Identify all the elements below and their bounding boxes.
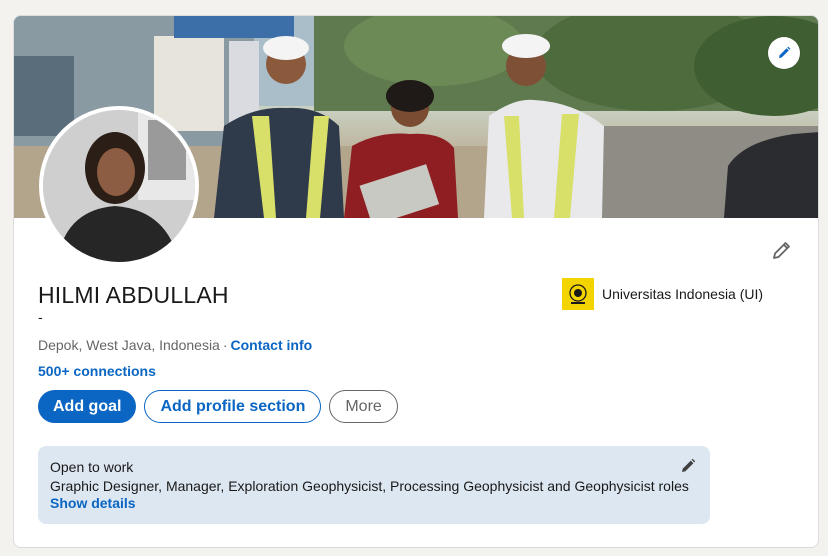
open-to-work-title: Open to work bbox=[50, 459, 134, 475]
pencil-icon bbox=[779, 46, 791, 58]
profile-headline: - bbox=[38, 309, 43, 325]
university-seal-icon bbox=[569, 284, 587, 304]
add-goal-button[interactable]: Add goal bbox=[38, 390, 137, 423]
edit-open-to-work-button[interactable] bbox=[680, 458, 698, 476]
avatar-photo bbox=[43, 110, 195, 262]
add-profile-section-button[interactable]: Add profile section bbox=[144, 390, 322, 423]
pencil-icon bbox=[682, 458, 696, 472]
education-school[interactable]: Universitas Indonesia (UI) bbox=[562, 278, 763, 310]
open-to-work-roles: Graphic Designer, Manager, Exploration G… bbox=[50, 478, 689, 494]
profile-location: Depok, West Java, Indonesia bbox=[38, 337, 220, 353]
profile-avatar[interactable] bbox=[39, 106, 199, 266]
pencil-icon bbox=[773, 242, 790, 259]
open-to-work-card: Open to work Graphic Designer, Manager, … bbox=[38, 446, 710, 524]
profile-name: HILMI ABDULLAH bbox=[38, 282, 229, 308]
more-button[interactable]: More bbox=[329, 390, 398, 423]
school-name: Universitas Indonesia (UI) bbox=[602, 286, 764, 302]
edit-banner-button[interactable] bbox=[768, 37, 800, 69]
university-logo-icon bbox=[562, 278, 594, 310]
contact-info-link[interactable]: Contact info bbox=[231, 337, 313, 353]
profile-actions: Add goal Add profile section More bbox=[38, 390, 398, 423]
show-details-link[interactable]: Show details bbox=[50, 495, 136, 511]
location-separator: · bbox=[222, 337, 228, 353]
profile-card: HILMI ABDULLAH - Universitas Indonesia (… bbox=[13, 15, 819, 548]
connections-link[interactable]: 500+ connections bbox=[38, 363, 156, 379]
location-row: Depok, West Java, Indonesia · Contact info bbox=[38, 337, 312, 353]
edit-intro-button[interactable] bbox=[768, 236, 796, 264]
